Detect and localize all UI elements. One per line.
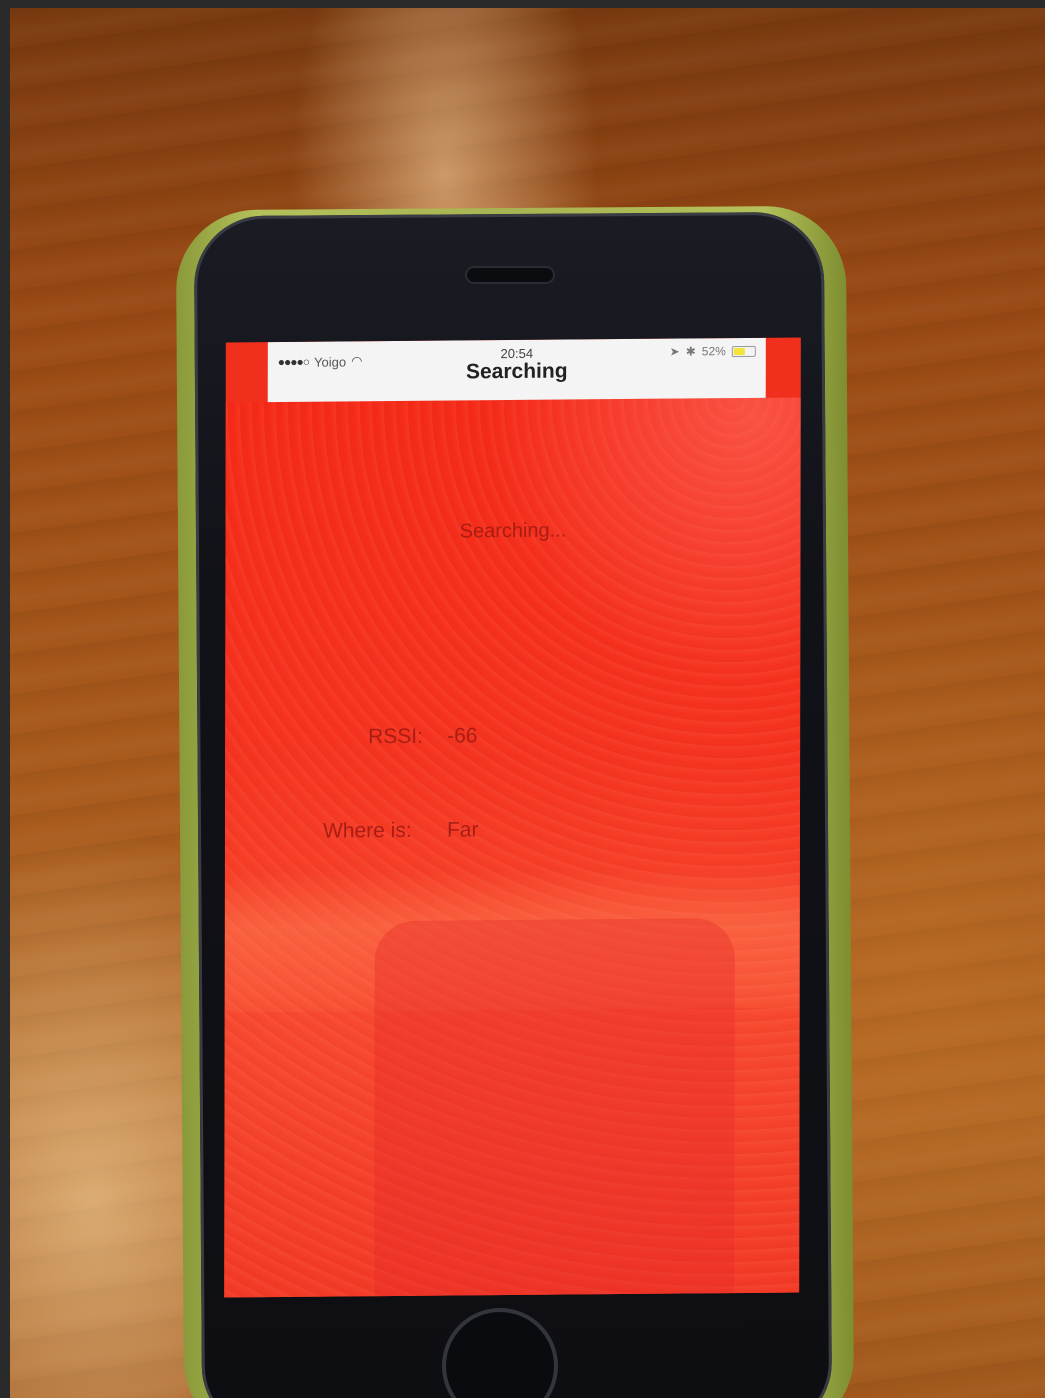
main-content: Searching... RSSI: -66 Where is: Far <box>224 397 801 1298</box>
earpiece <box>465 266 555 284</box>
battery-level <box>733 347 746 355</box>
battery-percent: 52% <box>701 344 726 359</box>
page-title: Searching <box>465 359 568 384</box>
rssi-value: -66 <box>447 724 478 748</box>
status-right: ➤ ✱ 52% <box>670 344 756 359</box>
where-is-label: Where is: <box>322 818 412 843</box>
status-bar: ●●●●○ Yoigo ◠ 20:54 Searching ➤ ✱ 52% <box>267 337 766 407</box>
bluetooth-icon: ✱ <box>685 344 696 359</box>
photo-background: ●●●●○ Yoigo ◠ 20:54 Searching ➤ ✱ 52% Se… <box>10 8 1045 1398</box>
rssi-label: RSSI: <box>368 724 424 749</box>
where-is-value: Far <box>446 818 479 842</box>
battery-icon <box>731 345 756 357</box>
screen-reflection <box>374 918 735 1298</box>
location-icon: ➤ <box>669 344 680 359</box>
phone-screen: ●●●●○ Yoigo ◠ 20:54 Searching ➤ ✱ 52% Se… <box>224 337 801 1298</box>
search-status-text: Searching... <box>459 519 567 543</box>
